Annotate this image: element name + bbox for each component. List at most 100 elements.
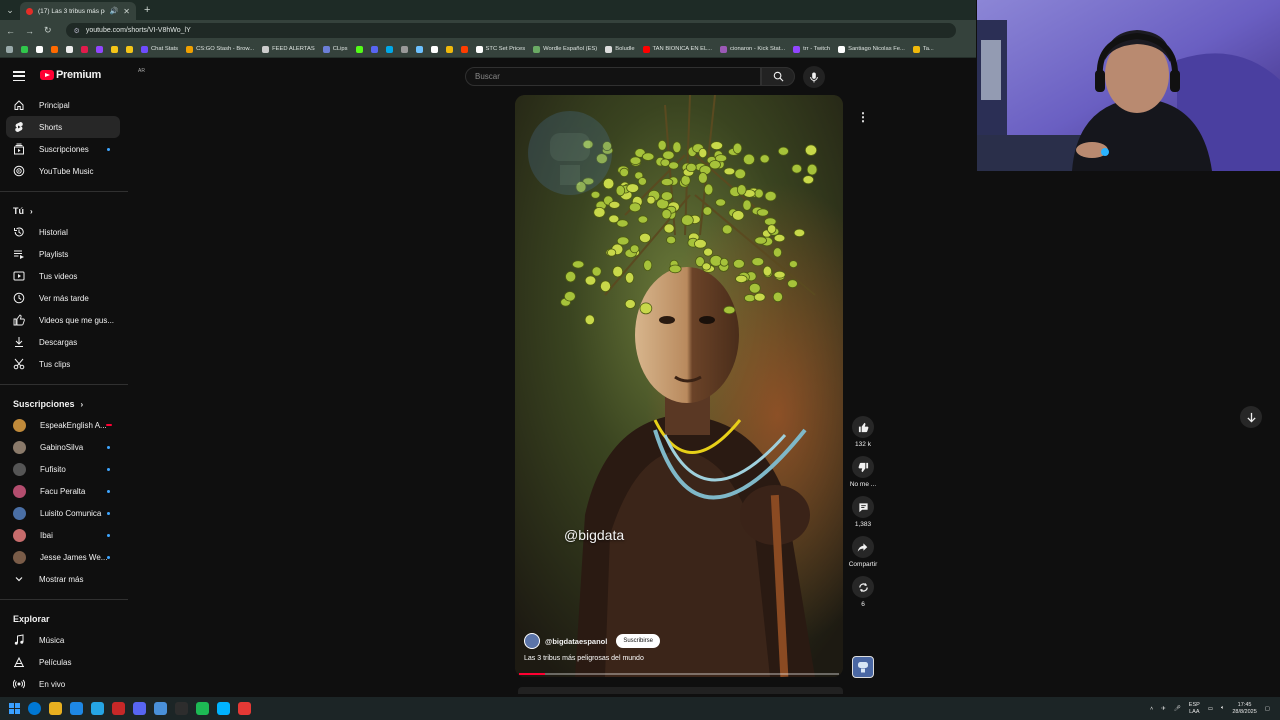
bookmark[interactable]: FEED ALERTAS (262, 45, 315, 53)
subscribe-button[interactable]: Suscribirse (616, 634, 661, 648)
monitor-icon[interactable]: ▭ (1208, 706, 1213, 712)
bookmark[interactable] (96, 45, 103, 53)
new-tab-button[interactable]: + (144, 4, 150, 16)
more-options-button[interactable]: ⋮ (852, 106, 874, 128)
app-icon[interactable] (70, 702, 83, 715)
comment-icon[interactable] (852, 496, 874, 518)
bookmark[interactable] (460, 45, 468, 53)
subscription-item[interactable]: Fufisito (6, 458, 120, 480)
windows-start-icon[interactable] (9, 703, 20, 714)
bookmark[interactable] (400, 45, 408, 53)
bookmark[interactable] (430, 45, 438, 53)
sidebar-item-youtube-music[interactable]: YouTube Music (6, 160, 120, 182)
bookmark[interactable] (385, 45, 393, 53)
dislike-icon[interactable] (852, 456, 874, 478)
sidebar-item-descargas[interactable]: Descargas (6, 331, 120, 353)
terminal-icon[interactable] (175, 702, 188, 715)
apps-grid-icon[interactable] (6, 45, 13, 53)
app-icon[interactable] (112, 702, 125, 715)
telegram-icon[interactable] (91, 702, 104, 715)
back-icon[interactable]: ← (6, 26, 15, 36)
share-action[interactable]: Compartir (849, 536, 877, 568)
bookmark[interactable] (355, 45, 363, 53)
file-explorer-icon[interactable] (49, 702, 62, 715)
bookmark[interactable]: Boludle (605, 45, 635, 53)
app-icon[interactable] (238, 702, 251, 715)
subscriptions-section-heading[interactable]: Suscripciones › (0, 394, 128, 414)
sidebar-item-playlists[interactable]: Playlists (6, 243, 120, 265)
bookmark[interactable] (415, 45, 423, 53)
bookmark[interactable]: CLips (322, 45, 348, 53)
video-progress-bar[interactable] (519, 673, 839, 675)
you-section-heading[interactable]: Tú › (0, 201, 128, 221)
bookmark[interactable] (81, 45, 88, 53)
discord-icon[interactable] (133, 702, 146, 715)
bookmark[interactable]: Ta... (912, 45, 934, 53)
clock[interactable]: 17:45 28/8/2025 (1232, 702, 1256, 716)
comments-action[interactable]: 1,383 (852, 496, 874, 528)
dislike-action[interactable]: No me ... (850, 456, 876, 488)
site-info-icon[interactable]: ⚙ (74, 27, 80, 35)
bookmark[interactable] (21, 45, 28, 53)
subscription-item[interactable]: EspeakEnglish A... (6, 414, 120, 436)
next-short-button[interactable] (1240, 406, 1262, 428)
sidebar-item-peliculas[interactable]: Películas (6, 651, 120, 673)
reload-icon[interactable]: ↻ (44, 25, 52, 36)
app-icon[interactable] (154, 702, 167, 715)
bookmark[interactable] (126, 45, 133, 53)
sidebar-item-videos-que-me-gus[interactable]: Videos que me gus... (6, 309, 120, 331)
remix-action[interactable]: 6 (852, 576, 874, 608)
subscription-item[interactable]: Jesse James We... (6, 546, 120, 568)
bookmark[interactable]: Santiago Nicolas Fe... (838, 45, 905, 53)
subscription-item[interactable]: Ibai (6, 524, 120, 546)
remix-icon[interactable] (852, 576, 874, 598)
sidebar-item-tus-videos[interactable]: Tus videos (6, 265, 120, 287)
bookmark[interactable] (370, 45, 378, 53)
bookmark[interactable]: Chat Stats (141, 45, 178, 53)
bookmark[interactable]: Wordle Español (ES) (533, 45, 597, 53)
video-title[interactable]: Las 3 tribus más peligrosas del mundo (524, 655, 644, 662)
tab-search-icon[interactable]: ⌄ (0, 0, 20, 20)
bookmark[interactable] (51, 45, 58, 53)
close-tab-icon[interactable]: ✕ (123, 7, 130, 16)
bookmark[interactable]: CS:GO Stash - Brow... (186, 45, 254, 53)
mic-tray-icon[interactable]: 🎤︎ (1174, 706, 1181, 712)
like-icon[interactable] (852, 416, 874, 438)
sidebar-item-tus-clips[interactable]: Tus clips (6, 353, 120, 375)
sidebar-item-shorts[interactable]: Shorts (6, 116, 120, 138)
bookmark[interactable]: trr - Twitch (793, 45, 830, 53)
shorts-video-player[interactable]: @bigdata @bigdataespanol Suscribirse Las… (515, 95, 843, 677)
spotify-icon[interactable] (196, 702, 209, 715)
forward-icon[interactable]: → (25, 26, 34, 36)
like-action[interactable]: 132 k (852, 416, 874, 448)
bookmark[interactable] (36, 45, 43, 53)
network-app-icon[interactable]: ✈ (1161, 706, 1166, 712)
url-bar[interactable]: ⚙ youtube.com/shorts/VI-V8hWo_lY (65, 23, 956, 38)
sidebar-item-ver-mas-tarde[interactable]: Ver más tarde (6, 287, 120, 309)
search-input[interactable]: Buscar (465, 67, 761, 86)
bookmark[interactable]: STC Set Prices (475, 45, 525, 53)
bookmark[interactable]: TAN BIONICA EN EL... (642, 45, 712, 53)
search-button[interactable] (761, 67, 795, 86)
bookmark[interactable] (111, 45, 118, 53)
volume-icon[interactable]: 🔈︎ (1221, 705, 1224, 712)
subscription-item[interactable]: Luisito Comunica (6, 502, 120, 524)
sidebar-item-suscripciones[interactable]: Suscripciones (6, 138, 120, 160)
speaker-icon[interactable]: 🔊 (110, 7, 119, 15)
voice-search-button[interactable] (803, 66, 825, 88)
subscription-item[interactable]: GabinoSilva (6, 436, 120, 458)
language-indicator[interactable]: ESP LAA (1189, 702, 1200, 716)
channel-name[interactable]: @bigdataespanol (545, 637, 607, 646)
channel-avatar[interactable] (524, 633, 540, 649)
youtube-premium-logo[interactable]: Premium AR (40, 68, 145, 81)
bookmark[interactable]: cionaron - Kick Stat... (720, 45, 785, 53)
notifications-icon[interactable]: ▢ (1265, 706, 1270, 712)
sound-thumbnail[interactable] (852, 656, 874, 678)
show-more-button[interactable]: Mostrar más (6, 568, 120, 590)
app-icon[interactable] (217, 702, 230, 715)
chrome-icon[interactable] (28, 702, 41, 715)
browser-tab[interactable]: (17) Las 3 tribus más peligr... 🔊 ✕ (20, 2, 136, 20)
sidebar-item-musica[interactable]: Música (6, 629, 120, 651)
sidebar-item-en-vivo[interactable]: En vivo (6, 673, 120, 694)
menu-icon[interactable] (13, 71, 25, 81)
